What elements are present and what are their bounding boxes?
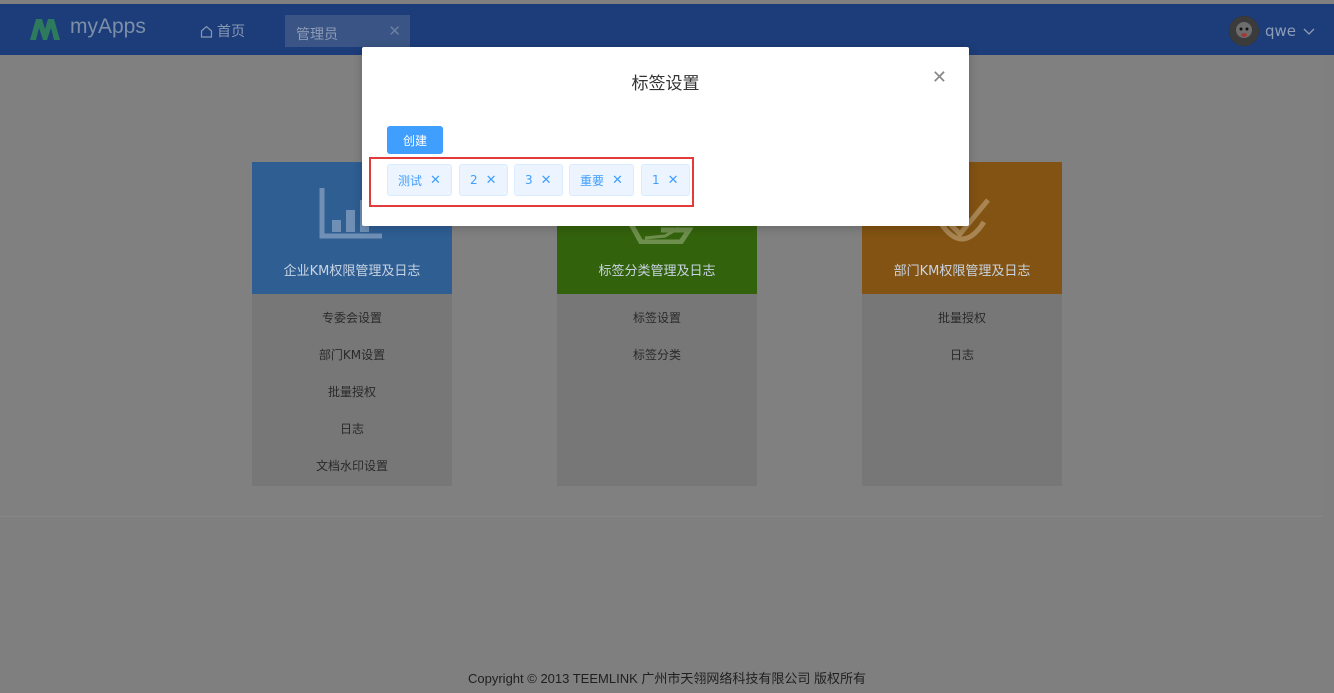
tag-label: 测试: [398, 173, 423, 188]
link-tag-settings[interactable]: 标签设置: [557, 305, 757, 342]
tag-close-icon[interactable]: ✕: [541, 173, 552, 188]
user-name: qwe: [1264, 22, 1296, 40]
card-title: 企业KM权限管理及日志: [283, 264, 421, 279]
tag-settings-dialog: 标签设置 ✕ 创建 测试 ✕ 2 ✕ 3 ✕ 重要 ✕ 1 ✕: [362, 47, 969, 226]
dialog-title: 标签设置: [631, 74, 700, 94]
user-menu[interactable]: qwe: [1228, 16, 1316, 46]
link-dept-km-settings[interactable]: 部门KM设置: [252, 342, 452, 379]
app-name: myApps: [70, 15, 146, 38]
tag-label: 3: [525, 173, 533, 187]
link-committee-settings[interactable]: 专委会设置: [252, 305, 452, 342]
link-watermark-settings[interactable]: 文档水印设置: [252, 453, 452, 490]
card-title: 标签分类管理及日志: [598, 264, 716, 279]
tag-label: 2: [470, 173, 478, 187]
tab-close-icon[interactable]: ✕: [388, 22, 401, 40]
tag-label: 1: [652, 173, 660, 187]
card-title: 部门KM权限管理及日志: [893, 264, 1031, 279]
chevron-down-icon: [1303, 28, 1315, 35]
close-icon[interactable]: ✕: [932, 67, 947, 88]
home-label: 首页: [217, 24, 245, 40]
create-button[interactable]: 创建: [387, 126, 443, 154]
tag-item: 测试 ✕: [387, 164, 452, 196]
link-batch-authorize[interactable]: 批量授权: [862, 305, 1062, 342]
home-icon: [200, 25, 213, 38]
avatar: [1228, 16, 1259, 46]
tag-close-icon[interactable]: ✕: [668, 173, 679, 188]
tab-label: 管理员: [296, 27, 338, 43]
tag-item: 2 ✕: [459, 164, 508, 196]
app-logo-icon: [30, 19, 60, 40]
link-log[interactable]: 日志: [252, 416, 452, 453]
tag-item: 重要 ✕: [569, 164, 634, 196]
footer-copyright: Copyright © 2013 TEEMLINK 广州市天翎网络科技有限公司 …: [468, 671, 866, 686]
tag-close-icon[interactable]: ✕: [430, 173, 441, 188]
tab-admin[interactable]: 管理员 ✕: [285, 15, 410, 47]
link-log[interactable]: 日志: [862, 342, 1062, 379]
home-link[interactable]: 首页: [200, 21, 245, 41]
tag-item: 3 ✕: [514, 164, 563, 196]
tag-close-icon[interactable]: ✕: [486, 173, 497, 188]
link-tag-categories[interactable]: 标签分类: [557, 342, 757, 379]
link-batch-authorize[interactable]: 批量授权: [252, 379, 452, 416]
tag-close-icon[interactable]: ✕: [612, 173, 623, 188]
tag-item: 1 ✕: [641, 164, 690, 196]
tag-label: 重要: [580, 173, 605, 188]
